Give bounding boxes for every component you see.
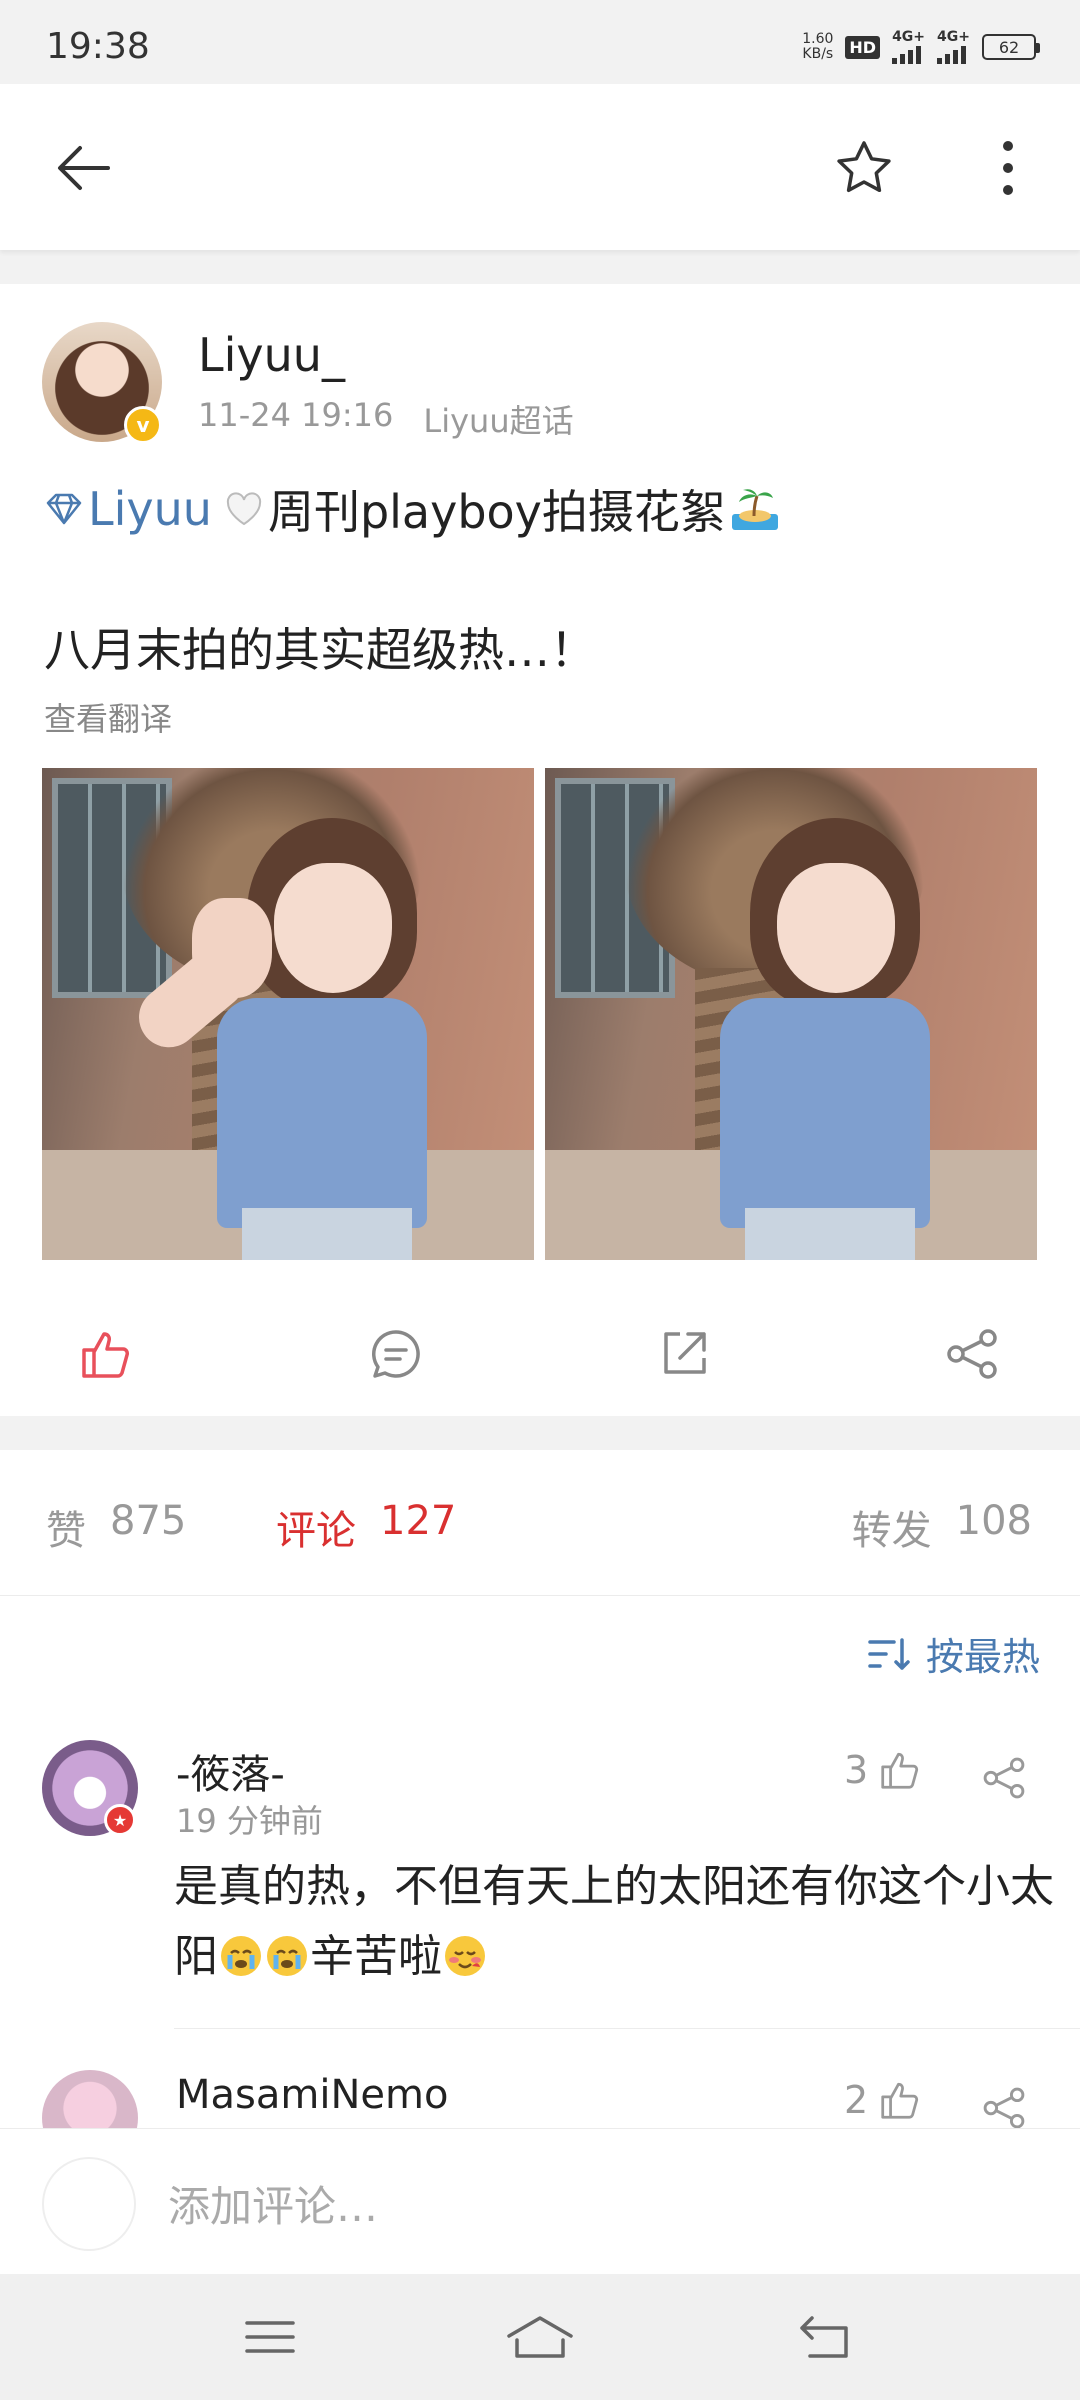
post-image-2[interactable] [545,768,1037,1260]
comment-share-button[interactable] [976,1750,1032,1806]
status-icons: 1.60 KB/s HD 4G+ 4G+ 62 [802,30,1040,64]
post-card: v Liyuu_ 11-24 19:16 Liyuu超话 Liyuu 周刊pla… [0,284,1080,1416]
comment-like-button[interactable]: 3 [844,1748,922,1792]
status-bar: 19:38 1.60 KB/s HD 4G+ 4G+ 62 [0,0,1080,84]
more-vertical-icon [1003,141,1013,195]
sim2-signal-icon: 4G+ [937,30,970,64]
topic-link[interactable]: Liyuu [44,482,212,536]
post-title: 周刊playboy拍摄花絮 [267,485,726,539]
share-icon [947,1329,997,1379]
tab-comments[interactable]: 评论 127 [276,1498,456,1556]
back-button[interactable] [44,128,124,208]
arrow-left-icon [58,146,110,190]
post-date: 11-24 19:16 [198,396,394,434]
system-home-button[interactable] [500,2302,580,2372]
post-action-bar [0,1294,1080,1414]
diamond-icon [46,493,82,525]
network-speed: 1.60 KB/s [802,31,834,62]
comment-button[interactable] [336,1294,456,1414]
tab-reposts[interactable]: 转发 108 [852,1498,1032,1556]
system-nav-bar [0,2274,1080,2400]
comment-like-count: 3 [844,1748,869,1792]
system-back-button[interactable] [784,2302,864,2372]
comment-input-bar [0,2128,1080,2274]
blushing-face-icon [445,1936,485,1976]
comment-item: ★ -筱落- 19 分钟前 3 是真的热，不但有天上的太阳还有你这个小太阳 辛苦啦 [0,1740,1080,2040]
comment-text: 是真的热，不但有天上的太阳还有你这个小太阳 辛苦啦 [174,1861,1054,1982]
white-heart-icon [226,492,262,526]
comment-like-count: 2 [844,2078,869,2122]
post-meta: 11-24 19:16 Liyuu超话 [198,396,574,442]
comment-like-button[interactable]: 2 [844,2078,922,2122]
share-icon [983,1757,1025,1799]
comment-input[interactable] [168,2171,1028,2241]
commenter-name[interactable]: -筱落- [176,1742,285,1800]
back-icon [800,2316,848,2358]
more-button[interactable] [968,128,1048,208]
thumbs-up-icon [82,1332,129,1378]
comment-bubble-icon [372,1330,420,1378]
post-source[interactable]: Liyuu超话 [423,396,573,442]
star-icon [837,141,891,193]
tab-likes[interactable]: 赞 875 [46,1498,186,1556]
post-title-line: Liyuu 周刊playboy拍摄花絮 [44,476,778,542]
top-nav [0,84,1080,250]
comment-divider [174,2028,1080,2029]
island-icon [731,489,778,530]
hd-voice-icon: HD [845,35,881,59]
my-avatar [42,2157,136,2251]
comment-time: 19 分钟前 [176,1802,323,1840]
status-time: 19:38 [46,26,150,67]
sort-icon [868,1637,910,1670]
thumbs-up-icon [881,2082,919,2119]
thumbs-up-icon [881,1752,919,1789]
share-button[interactable] [912,1294,1032,1414]
view-translation-link[interactable]: 查看翻译 [44,694,172,740]
repost-button[interactable] [624,1294,744,1414]
system-menu-button[interactable] [230,2302,310,2372]
commenter-name[interactable]: MasamiNemo [176,2072,448,2118]
stats-tabs: 赞 875 评论 127 转发 108 [0,1450,1080,1596]
share-icon [983,2087,1025,2129]
verified-badge-icon: v [124,406,162,444]
favorite-button[interactable] [824,128,904,208]
home-icon [507,2316,573,2358]
crying-face-icon [267,1936,307,1976]
sort-hot-button[interactable]: 按最热 [868,1626,1040,1681]
external-link-icon [664,1332,706,1374]
sim1-signal-icon: 4G+ [892,30,925,64]
menu-icon [245,2321,295,2353]
like-button[interactable] [46,1294,166,1414]
post-body: 八月末拍的其实超级热…！ [44,623,596,677]
crying-face-icon [221,1936,261,1976]
battery-icon: 62 [982,34,1040,60]
author-name[interactable]: Liyuu_ [198,328,345,382]
star-badge-icon: ★ [104,1804,136,1836]
post-image-1[interactable] [42,768,534,1260]
